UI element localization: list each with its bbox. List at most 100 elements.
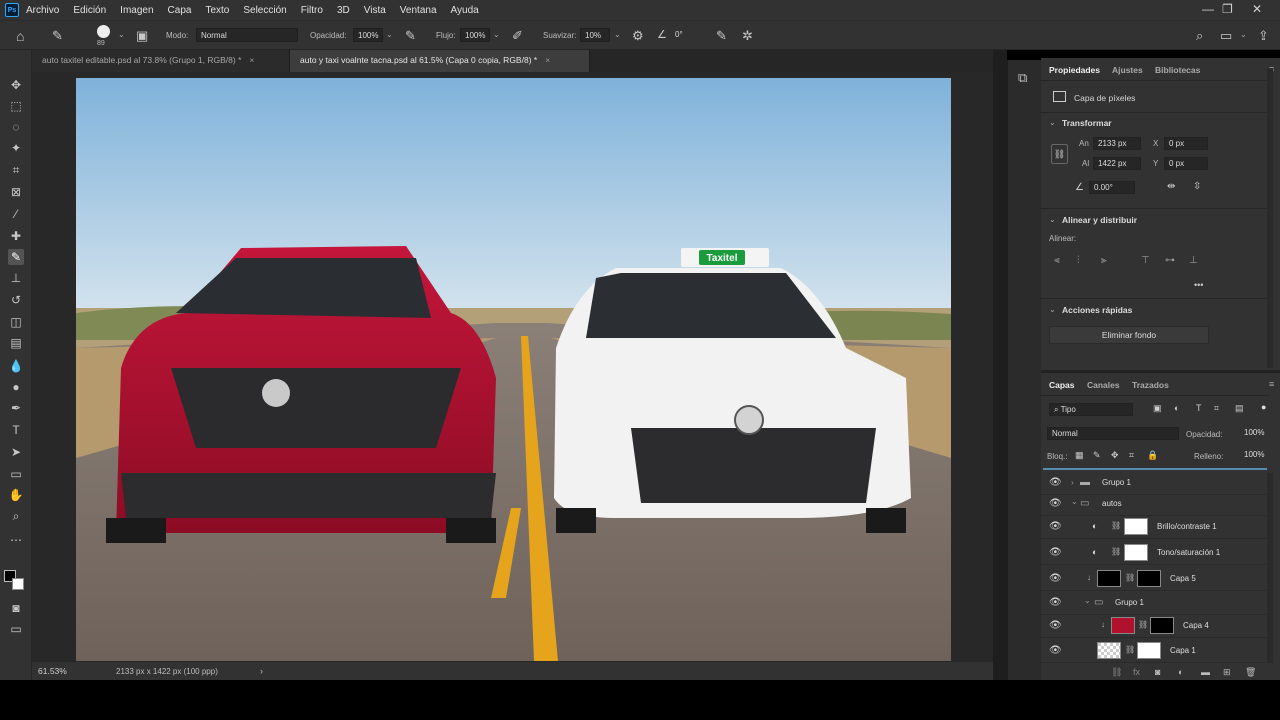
align-section-title[interactable]: Alinear y distribuir [1062, 215, 1137, 225]
tab-propiedades[interactable]: Propiedades [1049, 65, 1100, 75]
mask-thumbnail[interactable] [1137, 570, 1161, 587]
adjustment-layer-icon[interactable]: ◐ [1178, 667, 1183, 677]
layer-thumbnail[interactable] [1111, 617, 1135, 634]
tab-trazados[interactable]: Trazados [1132, 380, 1169, 390]
symmetry-icon[interactable]: ✲ [742, 28, 753, 44]
gradient-tool-icon[interactable]: ▤ [8, 335, 24, 351]
menu-seleccion[interactable]: Selección [243, 5, 286, 16]
hand-tool-icon[interactable]: ✋ [8, 487, 24, 503]
tab-ajustes[interactable]: Ajustes [1112, 65, 1143, 75]
path-selection-icon[interactable]: ➤ [8, 444, 24, 460]
mask-thumbnail[interactable] [1150, 617, 1174, 634]
lock-transparency-icon[interactable]: ▦ [1075, 450, 1084, 461]
chevron-down-icon[interactable]: ⌄ [1049, 118, 1056, 127]
status-arrow-icon[interactable]: › [260, 666, 263, 676]
eyedropper-icon[interactable]: ⁄ [8, 206, 24, 222]
mask-thumbnail[interactable] [1124, 518, 1148, 535]
y-input[interactable]: 0 px [1164, 157, 1208, 170]
filter-smart-icon[interactable]: ▤ [1235, 403, 1244, 414]
history-brush-icon[interactable]: ↺ [8, 292, 24, 308]
brush-settings-icon[interactable]: ▣ [136, 28, 148, 44]
align-top-icon[interactable]: ⊤ [1141, 255, 1150, 266]
mask-thumbnail[interactable] [1124, 544, 1148, 561]
eye-icon[interactable]: 👁 [1049, 498, 1062, 509]
properties-scrollbar[interactable] [1267, 68, 1273, 368]
layer-row-grupo1-nested[interactable]: 👁 ⌄ ▭ Grupo 1 [1041, 590, 1269, 615]
pen-tool-icon[interactable]: ✒ [8, 400, 24, 416]
workspace-icon[interactable]: ▭ [1220, 28, 1232, 44]
crop-tool-icon[interactable]: ⌗ [8, 162, 24, 178]
zoom-level[interactable]: 61.53% [38, 666, 67, 676]
menu-imagen[interactable]: Imagen [120, 5, 153, 16]
chevron-right-icon[interactable]: › [1071, 478, 1074, 487]
layer-row-capa1[interactable]: 👁 ⛓ Capa 1 [1041, 638, 1269, 663]
document-image[interactable]: Taxitel [76, 78, 951, 661]
tab-bibliotecas[interactable]: Bibliotecas [1155, 65, 1200, 75]
filter-adjustment-icon[interactable]: ◐ [1174, 403, 1179, 413]
magic-wand-icon[interactable]: ✦ [8, 140, 24, 156]
link-icon[interactable]: ⛓ [1051, 144, 1068, 164]
eye-icon[interactable]: 👁 [1049, 620, 1062, 631]
layer-thumbnail[interactable] [1097, 642, 1121, 659]
width-input[interactable]: 2133 px [1093, 137, 1141, 150]
layer-thumbnail[interactable] [1097, 570, 1121, 587]
menu-filtro[interactable]: Filtro [301, 5, 323, 16]
layer-row-autos[interactable]: 👁 ⌄ ▭ autos [1041, 491, 1269, 516]
eye-icon[interactable]: 👁 [1049, 645, 1062, 656]
height-input[interactable]: 1422 px [1093, 157, 1141, 170]
blur-tool-icon[interactable]: 💧 [8, 358, 24, 374]
more-tools-icon[interactable]: ⋯ [8, 532, 24, 548]
chevron-down-icon[interactable]: ⌄ [1240, 30, 1247, 39]
share-icon[interactable]: ⇪ [1258, 28, 1269, 44]
opacity-input[interactable]: 100% [353, 28, 383, 42]
stamp-tool-icon[interactable]: ⊥ [8, 270, 24, 286]
new-group-icon[interactable]: ▬ [1201, 667, 1210, 677]
flip-horizontal-icon[interactable]: ⇹ [1167, 181, 1175, 192]
brush-preset-icon[interactable]: ✎ [52, 28, 63, 44]
pressure-size-icon[interactable]: ✎ [716, 28, 727, 44]
gear-icon[interactable]: ⚙ [632, 28, 644, 44]
tab-canales[interactable]: Canales [1087, 380, 1120, 390]
chevron-down-icon[interactable]: ⌄ [1071, 497, 1078, 506]
chevron-down-icon[interactable]: ⌄ [1049, 215, 1056, 224]
link-icon[interactable]: ⛓ [1125, 573, 1135, 582]
link-icon[interactable]: ⛓ [1111, 521, 1121, 530]
link-icon[interactable]: ⛓ [1125, 645, 1135, 654]
eraser-tool-icon[interactable]: ◫ [8, 314, 24, 330]
brush-tool-icon[interactable]: ✎ [8, 249, 24, 265]
tab-document-1[interactable]: auto taxitel editable.psd al 73.8% (Grup… [32, 50, 290, 72]
home-icon[interactable]: ⌂ [16, 28, 24, 44]
eye-icon[interactable]: 👁 [1049, 573, 1062, 584]
chevron-down-icon[interactable]: ⌄ [1049, 305, 1056, 314]
link-icon[interactable]: ⛓ [1111, 547, 1121, 556]
filter-type-icon[interactable]: T [1196, 403, 1202, 413]
menu-ventana[interactable]: Ventana [400, 5, 437, 16]
eye-icon[interactable]: 👁 [1049, 521, 1062, 532]
lock-artboard-icon[interactable]: ⌗ [1129, 450, 1134, 461]
mask-thumbnail[interactable] [1137, 642, 1161, 659]
eye-icon[interactable]: 👁 [1049, 477, 1062, 488]
move-tool-icon[interactable]: ✥ [8, 77, 24, 93]
layer-row-capa5[interactable]: 👁 ↓ ⛓ Capa 5 [1041, 566, 1269, 591]
healing-brush-icon[interactable]: ✚ [8, 228, 24, 244]
transform-section-title[interactable]: Transformar [1062, 118, 1112, 128]
screen-mode-icon[interactable]: ▭ [8, 621, 24, 637]
menu-capa[interactable]: Capa [168, 5, 192, 16]
type-tool-icon[interactable]: T [8, 422, 24, 438]
quick-mask-icon[interactable]: ◙ [8, 600, 24, 616]
layer-row-brillo[interactable]: 👁 ◐ ⛓ Brillo/contraste 1 [1041, 514, 1269, 539]
align-left-icon[interactable]: ⫷ [1054, 255, 1060, 266]
align-right-icon[interactable]: ⫸ [1101, 255, 1107, 266]
menu-texto[interactable]: Texto [205, 5, 229, 16]
flip-vertical-icon[interactable]: ⇳ [1193, 181, 1201, 192]
maximize-icon[interactable]: ❐ [1222, 2, 1233, 16]
x-input[interactable]: 0 px [1164, 137, 1208, 150]
layer-row-capa4[interactable]: 👁 ↓ ⛓ Capa 4 [1041, 613, 1269, 638]
fx-icon[interactable]: fx [1133, 667, 1140, 677]
more-options-icon[interactable]: ••• [1194, 280, 1203, 290]
menu-archivo[interactable]: Archivo [26, 5, 59, 16]
chevron-down-icon[interactable]: ⌄ [1084, 596, 1091, 605]
minimize-icon[interactable]: — [1202, 2, 1214, 16]
angle-input[interactable]: 0° [671, 28, 697, 42]
new-layer-icon[interactable]: ⊞ [1223, 667, 1231, 678]
